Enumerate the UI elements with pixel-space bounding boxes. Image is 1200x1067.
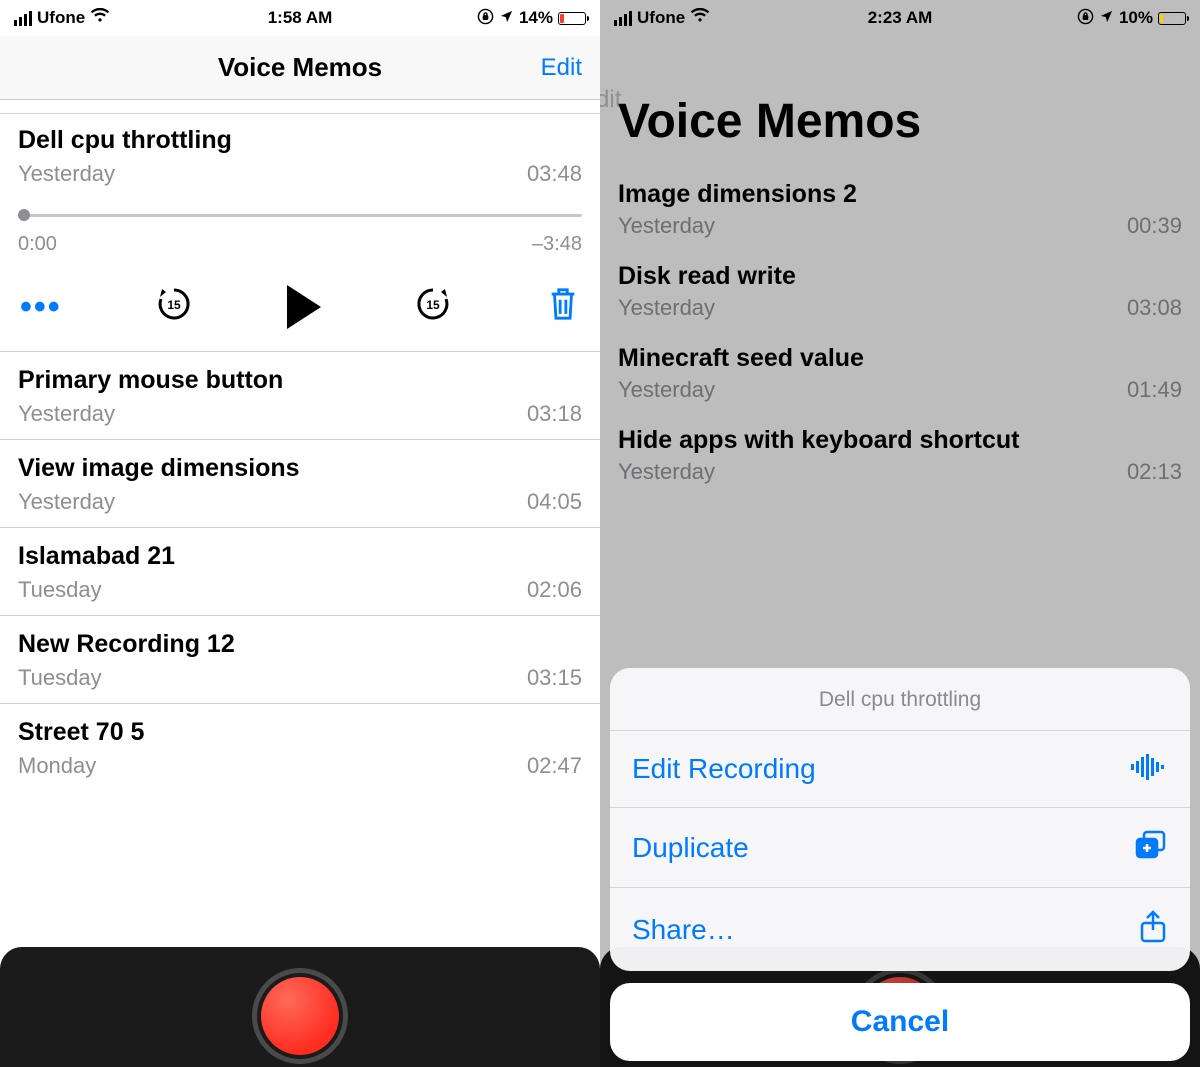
scrubber-position: 0:00 bbox=[18, 233, 57, 256]
cancel-button[interactable]: Cancel bbox=[610, 983, 1190, 1061]
duplicate-button[interactable]: Duplicate bbox=[610, 808, 1190, 888]
battery-icon bbox=[558, 12, 586, 25]
memo-duration: 03:08 bbox=[1127, 295, 1182, 321]
clock-label: 1:58 AM bbox=[268, 8, 333, 27]
memo-duration: 03:15 bbox=[527, 665, 582, 691]
memo-title[interactable]: Dell cpu throttling bbox=[18, 126, 582, 155]
memo-title: View image dimensions bbox=[18, 454, 582, 483]
memo-duration: 02:06 bbox=[527, 577, 582, 603]
record-footer bbox=[0, 947, 600, 1067]
memo-title: Disk read write bbox=[618, 262, 1182, 291]
duplicate-icon bbox=[1134, 830, 1168, 865]
expanded-memo: Dell cpu throttling Yesterday 03:48 0:00… bbox=[0, 114, 600, 352]
memo-subtitle: Yesterday bbox=[18, 401, 115, 427]
skip-back-15-button[interactable]: 15 bbox=[154, 284, 194, 329]
scrubber-remaining: –3:48 bbox=[532, 233, 582, 256]
sheet-row-label: Duplicate bbox=[632, 832, 749, 864]
memo-subtitle: Yesterday bbox=[618, 459, 715, 485]
memo-title: Street 70 5 bbox=[18, 718, 582, 747]
memo-subtitle: Yesterday bbox=[618, 295, 715, 321]
page-title: Voice Memos bbox=[600, 64, 1200, 167]
memo-duration: 01:49 bbox=[1127, 377, 1182, 403]
phone-right: Ufone 2:23 AM 10% Edit Voice Memos bbox=[600, 0, 1200, 1067]
edit-button[interactable]: Edit bbox=[541, 54, 582, 82]
memo-duration: 03:48 bbox=[527, 161, 582, 187]
memo-subtitle: Yesterday bbox=[18, 489, 115, 515]
memo-subtitle: Tuesday bbox=[18, 665, 102, 691]
memo-duration: 02:47 bbox=[527, 753, 582, 779]
memo-subtitle: Yesterday bbox=[618, 213, 715, 239]
list-item[interactable]: Primary mouse button Yesterday 03:18 bbox=[0, 352, 600, 440]
page-title: Voice Memos bbox=[218, 52, 382, 83]
memo-subtitle: Yesterday bbox=[618, 377, 715, 403]
list-item[interactable]: Image dimensions 2 Yesterday 00:39 bbox=[600, 168, 1200, 250]
skip-forward-15-button[interactable]: 15 bbox=[413, 284, 453, 329]
edit-recording-button[interactable]: Edit Recording bbox=[610, 731, 1190, 808]
scrubber[interactable] bbox=[18, 205, 582, 225]
list-item[interactable]: New Recording 12 Tuesday 03:15 bbox=[0, 616, 600, 704]
list-item[interactable]: Disk read write Yesterday 03:08 bbox=[600, 250, 1200, 332]
svg-text:15: 15 bbox=[168, 298, 182, 312]
list-item[interactable]: Minecraft seed value Yesterday 01:49 bbox=[600, 332, 1200, 414]
sheet-row-label: Edit Recording bbox=[632, 753, 816, 785]
memo-duration: 00:39 bbox=[1127, 213, 1182, 239]
memo-title: Hide apps with keyboard shortcut bbox=[618, 426, 1182, 455]
sheet-row-label: Share… bbox=[632, 914, 735, 946]
memo-duration: 02:13 bbox=[1127, 459, 1182, 485]
memo-duration: 03:18 bbox=[527, 401, 582, 427]
memo-list[interactable]: Image dimensions 2 Yesterday 00:39 Disk r… bbox=[600, 167, 1200, 496]
share-button[interactable]: Share… bbox=[610, 888, 1190, 971]
memo-title: Minecraft seed value bbox=[618, 344, 1182, 373]
status-bar: Ufone 2:23 AM 10% bbox=[600, 0, 1200, 36]
memo-subtitle: Monday bbox=[18, 753, 96, 779]
memo-list[interactable]: Dell cpu throttling Yesterday 03:48 0:00… bbox=[0, 100, 600, 791]
memo-title: Primary mouse button bbox=[18, 366, 582, 395]
record-button[interactable] bbox=[252, 968, 348, 1064]
more-button[interactable]: ••• bbox=[20, 302, 62, 312]
battery-icon bbox=[1158, 12, 1186, 25]
phone-left: Ufone 1:58 AM 14% Voice Memos Edit Dell … bbox=[0, 0, 600, 1067]
waveform-icon bbox=[1130, 754, 1168, 785]
sheet-title: Dell cpu throttling bbox=[610, 668, 1190, 731]
svg-text:15: 15 bbox=[427, 298, 441, 312]
memo-duration: 04:05 bbox=[527, 489, 582, 515]
cancel-label: Cancel bbox=[851, 1005, 949, 1038]
memo-title: Image dimensions 2 bbox=[618, 180, 1182, 209]
play-button[interactable] bbox=[287, 285, 321, 329]
list-item[interactable] bbox=[0, 100, 600, 114]
clock-label: 2:23 AM bbox=[868, 8, 933, 27]
memo-subtitle: Yesterday bbox=[18, 161, 115, 187]
status-bar: Ufone 1:58 AM 14% bbox=[0, 0, 600, 36]
share-icon bbox=[1138, 910, 1168, 949]
list-item[interactable]: Hide apps with keyboard shortcut Yesterd… bbox=[600, 414, 1200, 496]
action-sheet: Dell cpu throttling Edit Recording Dupli… bbox=[600, 668, 1200, 1067]
list-item[interactable]: View image dimensions Yesterday 04:05 bbox=[0, 440, 600, 528]
list-item[interactable]: Islamabad 21 Tuesday 02:06 bbox=[0, 528, 600, 616]
delete-button[interactable] bbox=[546, 284, 580, 329]
nav-bar: Voice Memos Edit bbox=[0, 36, 600, 100]
memo-subtitle: Tuesday bbox=[18, 577, 102, 603]
memo-title: New Recording 12 bbox=[18, 630, 582, 659]
memo-title: Islamabad 21 bbox=[18, 542, 582, 571]
list-item[interactable]: Street 70 5 Monday 02:47 bbox=[0, 704, 600, 791]
